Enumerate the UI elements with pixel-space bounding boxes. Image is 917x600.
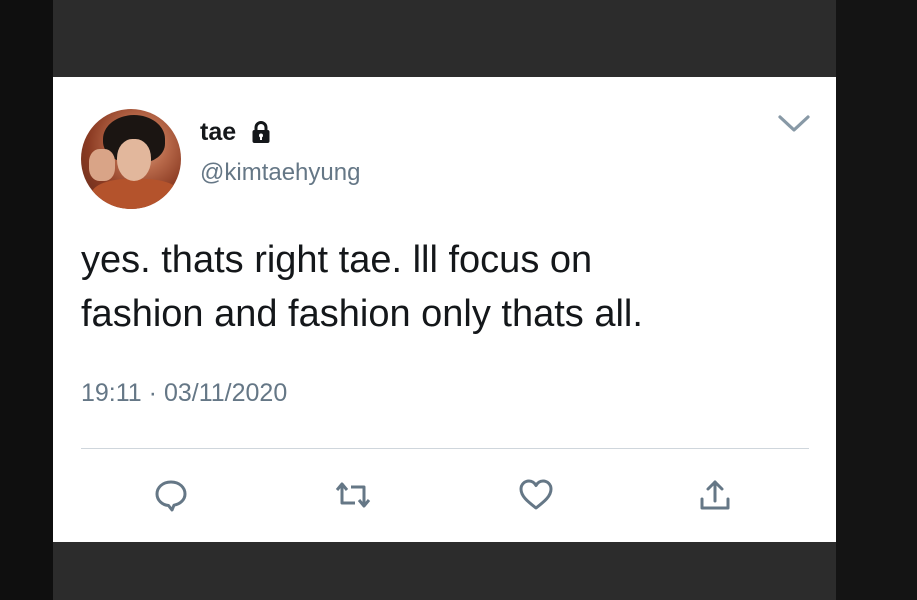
avatar[interactable]: [81, 109, 181, 209]
avatar-hand: [89, 149, 115, 181]
share-button[interactable]: [695, 477, 735, 517]
reply-button[interactable]: [151, 477, 191, 517]
right-letterbox: [836, 0, 917, 600]
tweet-date: 03/11/2020: [163, 379, 288, 407]
like-button[interactable]: [516, 477, 556, 517]
tweet-text-line: yes. thats right tae. lll focus on: [81, 239, 593, 281]
retweet-button[interactable]: [333, 477, 373, 517]
tweet-timestamp[interactable]: 19:11 · 03/11/2020: [81, 379, 287, 408]
display-name[interactable]: tae: [200, 118, 236, 147]
lock-icon: [248, 119, 274, 145]
comment-icon: [153, 477, 189, 518]
chevron-down-icon[interactable]: [777, 113, 811, 135]
left-letterbox: [0, 0, 53, 600]
author-row: tae: [200, 117, 274, 147]
avatar-face: [117, 139, 151, 181]
tweet-text: yes. thats right tae. lll focus on fashi…: [81, 233, 801, 341]
user-handle[interactable]: @kimtaehyung: [200, 159, 360, 187]
heart-icon: [517, 477, 555, 518]
avatar-shoulder: [91, 179, 181, 209]
share-icon: [697, 477, 733, 518]
tweet-time: 19:11: [81, 379, 142, 407]
tweet-card[interactable]: tae @kimtaehyung yes. thats right tae. l…: [53, 77, 836, 542]
action-bar: [81, 469, 809, 519]
tweet-text-line: fashion and fashion only thats all.: [81, 293, 643, 335]
retweet-icon: [334, 477, 372, 518]
meta-separator: ·: [148, 379, 157, 407]
divider: [81, 448, 809, 449]
bottom-bar: [53, 542, 836, 600]
